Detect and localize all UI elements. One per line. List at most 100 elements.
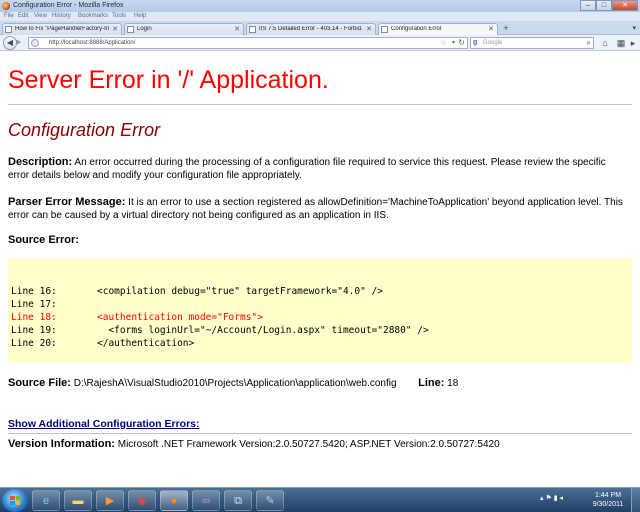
line-number: Line 17: <box>11 299 57 310</box>
network-icon[interactable]: ⧉ <box>224 490 252 511</box>
volume-icon[interactable]: ◂ <box>560 495 564 502</box>
tab-bar: How to Fix "PageHandlerFactory-Inte... ✕… <box>0 21 640 35</box>
search-icon[interactable]: ⌕ <box>587 38 591 48</box>
code-line: Line 17: <box>11 299 97 310</box>
new-tab-button[interactable]: + <box>500 24 512 34</box>
source-file-block: Source File: D:\RajeshA\VisualStudio2010… <box>8 377 626 390</box>
maximize-button[interactable]: □ <box>596 0 612 11</box>
back-button[interactable]: ◀ <box>3 36 17 50</box>
tab-close-icon[interactable]: ✕ <box>234 25 240 33</box>
parser-error-label: Parser Error Message: <box>8 196 126 208</box>
tab-label: Login <box>137 26 152 32</box>
code-text: <authentication mode="Forms"> <box>97 312 263 323</box>
code-text: </authentication> <box>97 338 195 349</box>
addon-icon[interactable]: ▦ <box>614 36 628 50</box>
start-button[interactable] <box>2 489 28 512</box>
line-number: Line 20: <box>11 338 57 349</box>
tab-close-icon[interactable]: ✕ <box>488 25 494 33</box>
tab-close-icon[interactable]: ✕ <box>112 25 118 33</box>
reload-icon[interactable]: ↻ <box>458 38 465 47</box>
history-dropdown-icon[interactable]: ▾ <box>452 39 455 46</box>
paint-icon[interactable]: ✎ <box>256 490 284 511</box>
line-number: Line 19: <box>11 325 57 336</box>
source-error-block: Source Error: <box>8 234 626 247</box>
tab-iis-error[interactable]: IIS 7.5 Detailed Error - 403.14 - Forbid… <box>246 23 376 35</box>
tab-configuration-error[interactable]: Configuration Error ✕ <box>378 23 498 35</box>
code-line-error: Line 18: <authentication mode="Forms"> <box>11 312 263 323</box>
divider <box>8 433 632 434</box>
version-label: Version Information: <box>8 438 115 450</box>
forward-button[interactable]: ▶ <box>16 38 26 48</box>
site-identity-icon[interactable] <box>31 39 39 47</box>
source-file-label: Source File: <box>8 377 71 389</box>
source-error-label: Source Error: <box>8 234 79 246</box>
code-text: <compilation debug="true" targetFramewor… <box>97 286 383 297</box>
address-url: http://localhost:8888/Application/ <box>49 40 136 46</box>
search-placeholder: Google <box>483 40 503 46</box>
menu-bookmarks[interactable]: Bookmarks <box>78 13 108 19</box>
explorer-folder-icon[interactable]: ▬ <box>64 490 92 511</box>
tab-close-icon[interactable]: ✕ <box>366 25 372 33</box>
firefox-icon[interactable]: ● <box>160 490 188 511</box>
code-line: Line 19: <forms loginUrl="~/Account/Logi… <box>11 325 429 336</box>
bookmark-star-icon[interactable]: ☆ <box>440 38 447 47</box>
search-engine-icon[interactable]: g <box>473 39 477 46</box>
tab-how-to-fix[interactable]: How to Fix "PageHandlerFactory-Inte... ✕ <box>2 23 122 35</box>
firefox-logo-icon <box>2 2 10 10</box>
error-subtitle: Configuration Error <box>8 120 161 140</box>
window-controls: – □ ✕ <box>580 0 638 11</box>
page-favicon-icon <box>381 26 388 33</box>
show-hidden-icons-icon[interactable]: ▴ <box>540 495 544 502</box>
tab-label: IIS 7.5 Detailed Error - 403.14 - Forbid… <box>259 26 363 32</box>
menu-edit[interactable]: Edit <box>18 13 28 19</box>
menu-tools[interactable]: Tools <box>112 13 126 19</box>
page-favicon-icon <box>5 26 12 33</box>
code-text: <forms loginUrl="~/Account/Login.aspx" t… <box>97 325 429 336</box>
version-text: Microsoft .NET Framework Version:2.0.507… <box>114 439 500 450</box>
show-desktop-button[interactable] <box>631 488 640 512</box>
action-center-flag-icon[interactable]: ⚑ <box>545 495 551 502</box>
toolbar-menu-icon[interactable]: ▸ <box>628 36 638 50</box>
page-title: Server Error in '/' Application. <box>8 66 329 94</box>
ie-icon[interactable]: e <box>32 490 60 511</box>
code-line: Line 20: </authentication> <box>11 338 194 349</box>
tab-label: How to Fix "PageHandlerFactory-Inte... <box>15 26 109 32</box>
menu-file[interactable]: File <box>4 13 14 19</box>
windows-logo-icon <box>10 496 20 505</box>
page-content: Server Error in '/' Application. Configu… <box>0 52 640 487</box>
page-favicon-icon <box>127 26 134 33</box>
tab-login[interactable]: Login ✕ <box>124 23 244 35</box>
clock-time: 1:44 PM <box>594 492 622 499</box>
taskbar-clock[interactable]: 1:44 PM 9/30/2011 <box>588 491 628 509</box>
source-code-box: Line 16: <compilation debug="true" target… <box>8 258 632 363</box>
network-status-icon[interactable]: ▮ <box>554 495 558 502</box>
system-tray: ▴ ⚑ ▮ ◂ <box>540 494 563 502</box>
windows-taskbar: e ▬ ▶ ◉ ● ∞ ⧉ ✎ ▴ ⚑ ▮ ◂ 1:44 PM 9/30/201… <box>0 487 640 512</box>
version-block: Version Information: Microsoft .NET Fram… <box>8 438 626 451</box>
address-bar[interactable]: http://localhost:8888/Application/ ☆ ▾ ↻ <box>28 37 468 49</box>
list-all-tabs-icon[interactable]: ▾ <box>632 24 636 32</box>
description-text: An error occurred during the processing … <box>8 157 606 181</box>
search-bar[interactable]: g Google ⌕ <box>470 37 594 49</box>
minimize-button[interactable]: – <box>580 0 596 11</box>
parser-error-block: Parser Error Message: It is an error to … <box>8 196 626 222</box>
source-file-path: D:\RajeshA\VisualStudio2010\Projects\App… <box>70 378 397 389</box>
description-label: Description: <box>8 156 73 168</box>
menu-history[interactable]: History <box>52 13 71 19</box>
show-additional-errors-link[interactable]: Show Additional Configuration Errors: <box>8 418 200 430</box>
media-player-icon[interactable]: ▶ <box>96 490 124 511</box>
code-line: Line 16: <compilation debug="true" target… <box>11 286 383 297</box>
line-label: Line: <box>418 377 445 389</box>
menu-view[interactable]: View <box>34 13 47 19</box>
description-block: Description: An error occurred during th… <box>8 156 626 182</box>
menu-help[interactable]: Help <box>134 13 146 19</box>
chrome-icon[interactable]: ◉ <box>128 490 156 511</box>
navigation-toolbar: ◀ ▶ http://localhost:8888/Application/ ☆… <box>0 35 640 51</box>
close-window-button[interactable]: ✕ <box>612 0 638 11</box>
divider <box>8 104 632 105</box>
page-favicon-icon <box>249 26 256 33</box>
window-title: Configuration Error - Mozilla Firefox <box>13 2 124 9</box>
visual-studio-icon[interactable]: ∞ <box>192 490 220 511</box>
home-icon[interactable]: ⌂ <box>598 36 612 50</box>
clock-date: 9/30/2011 <box>592 501 624 508</box>
